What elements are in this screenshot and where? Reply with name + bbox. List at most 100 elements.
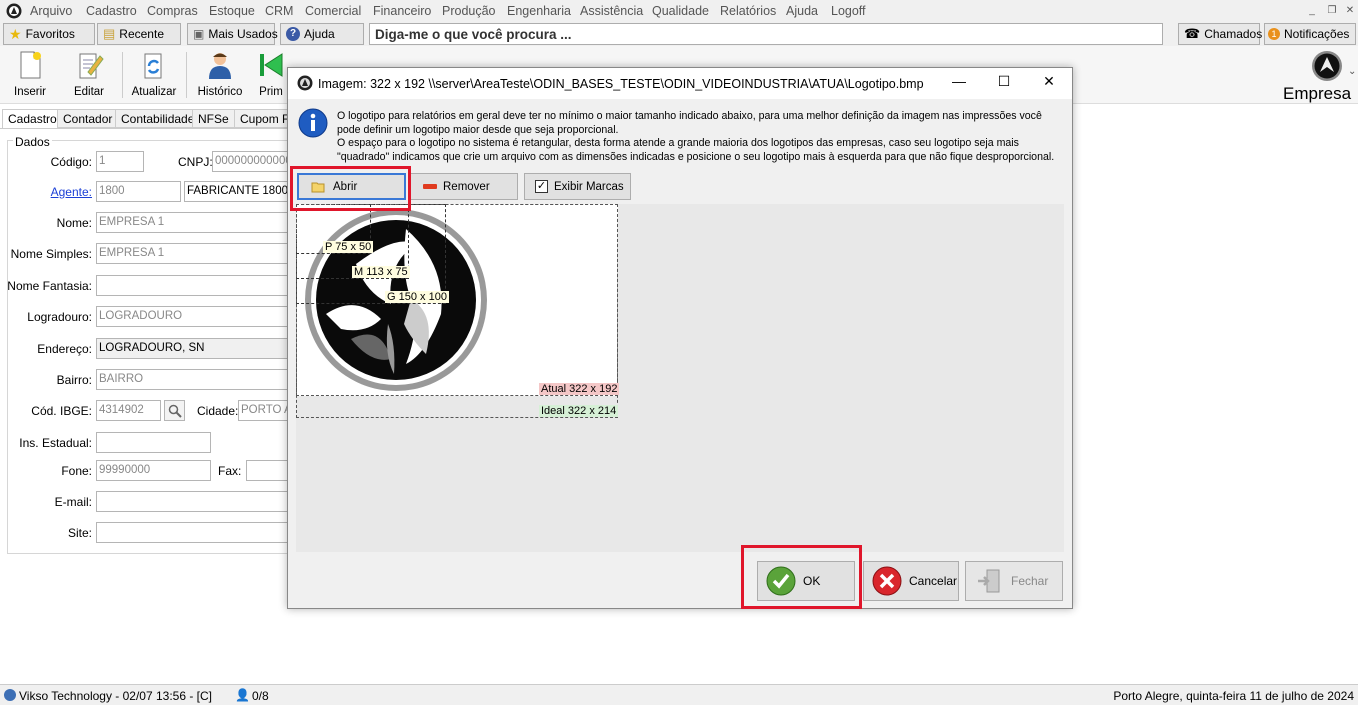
tab-contabilidade[interactable]: Contabilidade	[115, 109, 201, 128]
agente-link[interactable]: Agente:	[0, 185, 92, 199]
nome-simples-field[interactable]: EMPRESA 1	[96, 243, 292, 264]
menu-assistencia[interactable]: Assistência	[580, 4, 643, 18]
module-logo-icon	[1311, 50, 1343, 82]
menu-comercial[interactable]: Comercial	[305, 4, 361, 18]
cancelar-button[interactable]: Cancelar	[863, 561, 959, 601]
fechar-label: Fechar	[1011, 574, 1049, 588]
minimize-icon[interactable]: _	[1305, 4, 1319, 18]
historico-button[interactable]: Histórico	[192, 50, 248, 102]
close-icon[interactable]: ✕	[1343, 4, 1357, 18]
toolbar-separator	[122, 52, 123, 98]
atualizar-button[interactable]: Atualizar	[126, 50, 182, 102]
recent-folder-icon: ▤	[103, 26, 116, 41]
magnifier-icon	[168, 404, 182, 418]
nome-fantasia-field[interactable]	[96, 275, 292, 296]
recente-button[interactable]: ▤ Recente	[97, 23, 181, 45]
favoritos-button[interactable]: ★ Favoritos	[3, 23, 95, 45]
module-title: Empresa	[1283, 84, 1352, 103]
dialog-close-icon[interactable]: ✕	[1038, 73, 1060, 93]
chevron-down-icon[interactable]: ⌄	[1348, 66, 1356, 77]
info-line-4: "quadrado" indicamos que crie um arquivo…	[337, 150, 1055, 163]
fax-field[interactable]	[246, 460, 292, 481]
menu-crm[interactable]: CRM	[265, 4, 293, 18]
status-users: 0/8	[252, 689, 269, 703]
ok-highlight	[741, 545, 862, 609]
tab-divider	[0, 128, 300, 129]
ajuda-button[interactable]: ? Ajuda	[280, 23, 364, 45]
search-input[interactable]: Diga-me o que você procura ...	[369, 23, 1163, 45]
notification-badge: 1	[1268, 28, 1280, 40]
info-line-3: O espaço para o logotipo no sistema é re…	[337, 137, 1019, 149]
dialog-titlebar: Imagem: 322 x 192 \\server\AreaTeste\ODI…	[288, 68, 1072, 99]
dialog-maximize-icon[interactable]: ☐	[993, 73, 1015, 93]
ibge-search-button[interactable]	[164, 400, 185, 421]
inserir-button[interactable]: Inserir	[2, 50, 58, 102]
first-record-icon	[260, 53, 283, 77]
menu-ajuda[interactable]: Ajuda	[786, 4, 818, 18]
tab-strip: Cadastro Contador Contabilidade NFSe Cup…	[0, 109, 300, 129]
prim-label: Prim	[259, 86, 283, 98]
menu-compras[interactable]: Compras	[147, 4, 198, 18]
remove-icon	[423, 184, 437, 189]
support-icon: ☎	[1184, 26, 1201, 41]
image-dialog: Imagem: 322 x 192 \\server\AreaTeste\ODI…	[287, 67, 1073, 609]
ins-estadual-label: Ins. Estadual:	[19, 436, 92, 450]
remover-button[interactable]: Remover	[410, 173, 518, 200]
codigo-field[interactable]: 1	[96, 151, 144, 172]
agente-code-field[interactable]: 1800	[96, 181, 181, 202]
restore-icon[interactable]: ❐	[1325, 4, 1339, 18]
editar-button[interactable]: Editar	[61, 50, 117, 102]
menu-qualidade[interactable]: Qualidade	[652, 4, 709, 18]
notificacoes-button[interactable]: 1 Notificações	[1264, 23, 1356, 45]
atualizar-label: Atualizar	[131, 86, 177, 98]
mark-ideal-label: Ideal 322 x 214	[539, 405, 619, 417]
menu-financeiro[interactable]: Financeiro	[373, 4, 431, 18]
menu-estoque[interactable]: Estoque	[209, 4, 255, 18]
status-bar: Vikso Technology - 02/07 13:56 - [C] 👤 0…	[0, 684, 1358, 705]
notificacoes-label: Notificações	[1284, 27, 1350, 41]
menu-logoff[interactable]: Logoff	[831, 4, 866, 18]
info-line-1: O logotipo para relatórios em geral deve…	[337, 110, 1042, 122]
logradouro-label: Logradouro:	[27, 310, 92, 324]
cancelar-label: Cancelar	[909, 574, 958, 588]
menu-engenharia[interactable]: Engenharia	[507, 4, 571, 18]
tab-nfse[interactable]: NFSe	[192, 109, 235, 128]
fax-label: Fax:	[218, 464, 242, 478]
recente-label: Recente	[119, 27, 164, 41]
bairro-label: Bairro:	[56, 373, 92, 387]
menu-producao[interactable]: Produção	[442, 4, 496, 18]
bairro-field[interactable]: BAIRRO	[96, 369, 292, 390]
exibir-marcas-toggle[interactable]: ✓ Exibir Marcas	[524, 173, 631, 200]
mais-usados-label: Mais Usados	[208, 27, 278, 41]
historico-label: Histórico	[197, 86, 243, 98]
email-field[interactable]	[96, 491, 292, 512]
nome-label: Nome:	[56, 216, 92, 230]
fone-field[interactable]: 99990000	[96, 460, 211, 481]
chamados-button[interactable]: ☎ Chamados	[1178, 23, 1262, 45]
tab-contador[interactable]: Contador	[57, 109, 119, 128]
nome-fantasia-label: Nome Fantasia:	[7, 279, 92, 293]
ins-estadual-field[interactable]	[96, 432, 211, 453]
cidade-field[interactable]: PORTO AL	[238, 400, 292, 421]
dialog-minimize-icon[interactable]: —	[948, 73, 970, 93]
menu-cadastro[interactable]: Cadastro	[86, 4, 137, 18]
fone-label: Fone:	[61, 464, 92, 478]
info-line-2: pode definir um logotipo maior desde que…	[337, 123, 619, 136]
mark-atual-label: Atual 322 x 192	[539, 383, 620, 395]
tab-cadastro[interactable]: Cadastro	[2, 109, 63, 129]
ajuda-label: Ajuda	[304, 27, 335, 41]
menu-relatorios[interactable]: Relatórios	[720, 4, 776, 18]
menu-arquivo[interactable]: Arquivo	[30, 4, 72, 18]
dialog-title: Imagem: 322 x 192 \\server\AreaTeste\ODI…	[318, 77, 924, 91]
cnpj-label: CNPJ:	[178, 155, 213, 169]
info-message: O logotipo para relatórios em geral deve…	[337, 110, 1067, 164]
app-logo-icon	[6, 3, 22, 19]
cnpj-field[interactable]: 000000000000	[212, 151, 292, 172]
user-history-icon	[209, 53, 231, 79]
ibge-field[interactable]: 4314902	[96, 400, 161, 421]
site-field[interactable]	[96, 522, 292, 543]
nome-field[interactable]: EMPRESA 1	[96, 212, 292, 233]
mais-usados-button[interactable]: ▣ Mais Usados	[187, 23, 278, 45]
logradouro-field[interactable]: LOGRADOURO	[96, 306, 292, 327]
checkbox-checked-icon[interactable]: ✓	[535, 180, 548, 193]
